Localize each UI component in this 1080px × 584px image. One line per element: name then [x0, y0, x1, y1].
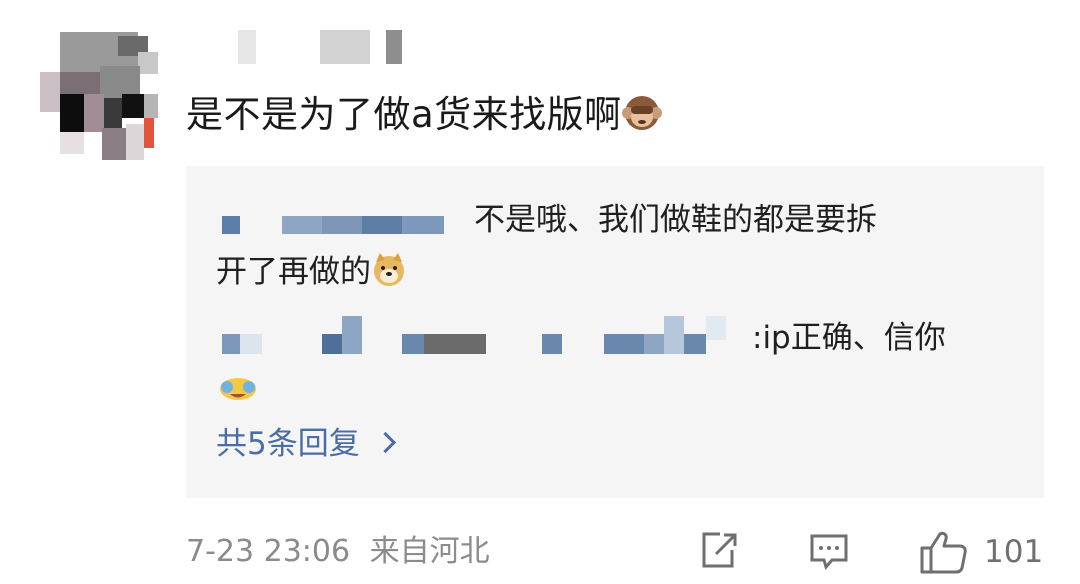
- comment-text: 是不是为了做a货来找版啊: [186, 90, 662, 146]
- see-no-evil-monkey-icon: [621, 93, 662, 146]
- chevron-right-icon: [374, 431, 396, 454]
- view-all-replies-link[interactable]: 共5条回复: [216, 422, 396, 466]
- comment-body: 是不是为了做a货来找版啊: [186, 93, 622, 136]
- username[interactable]: [238, 30, 418, 64]
- timestamp: 7-23 23:06: [186, 534, 351, 569]
- more-replies-label: 共5条回复: [216, 426, 360, 462]
- share-icon[interactable]: [696, 528, 740, 576]
- like-count: 101: [984, 534, 1044, 570]
- doge-icon: [371, 252, 407, 300]
- comment-icon[interactable]: [806, 528, 852, 578]
- reply-text-2: :ip正确、信你: [752, 320, 946, 356]
- location: 来自河北: [369, 534, 490, 569]
- comment-meta: 7-23 23:06 来自河北: [186, 530, 490, 574]
- reply-text-1-line2: 开了再做的: [216, 250, 407, 300]
- avatar[interactable]: [40, 32, 158, 160]
- laughing-emoji-icon: [218, 374, 258, 406]
- reply-text-1-continuation: 开了再做的: [216, 254, 371, 290]
- reply-text-1: 不是哦、我们做鞋的都是要拆: [474, 202, 877, 238]
- thumbs-up-icon[interactable]: [918, 528, 970, 580]
